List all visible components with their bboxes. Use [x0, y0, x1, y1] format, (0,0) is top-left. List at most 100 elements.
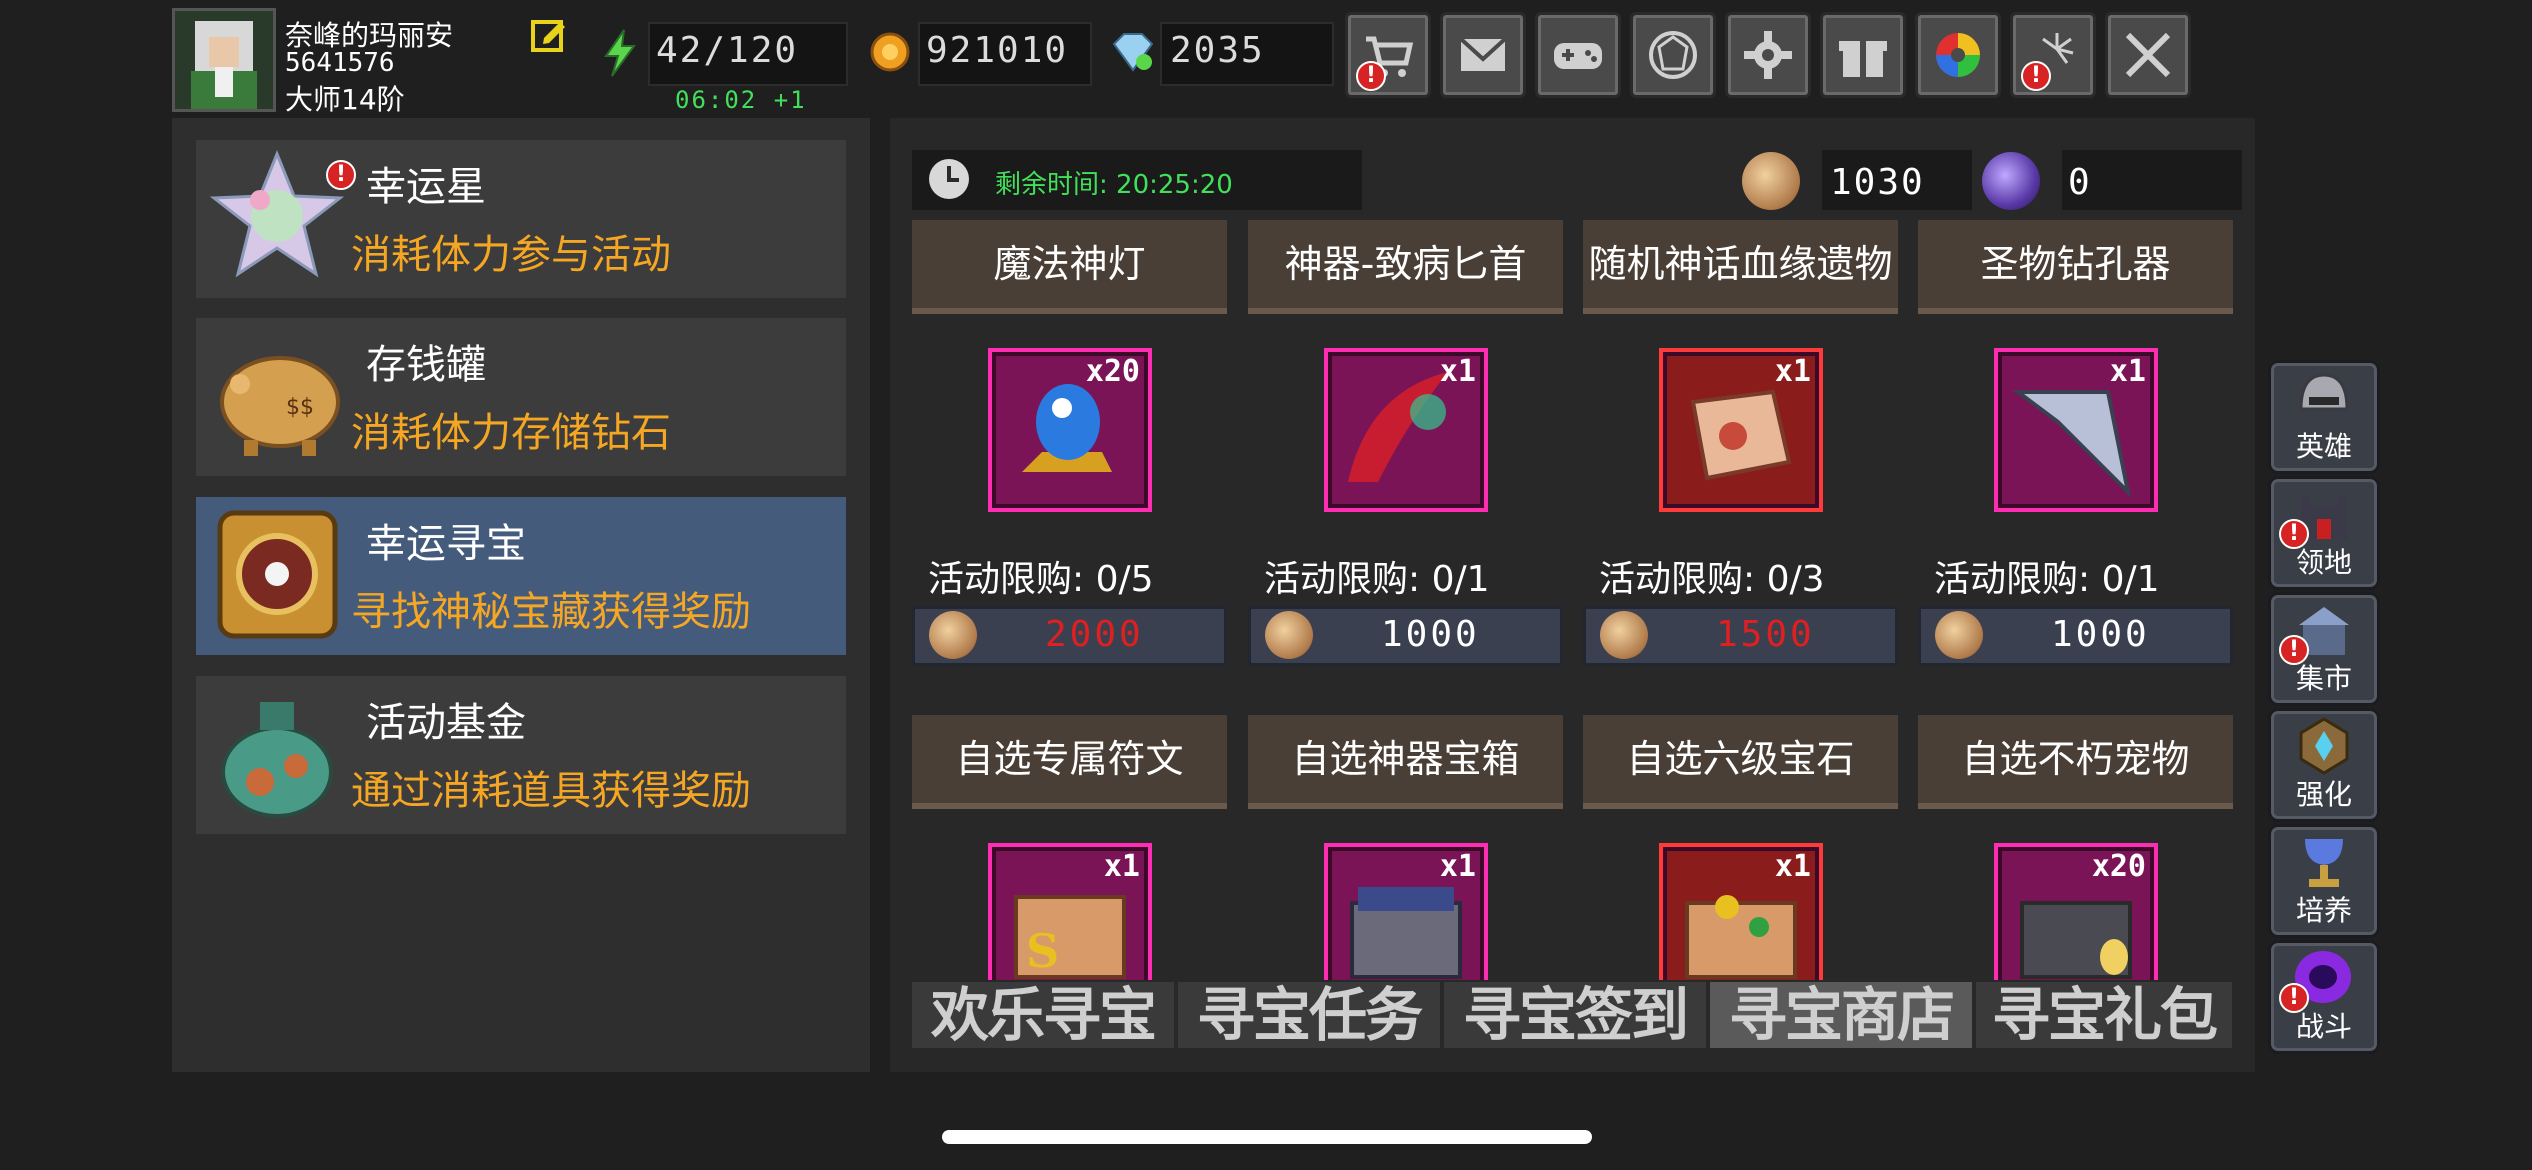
side-button-label: 英雄 [2295, 430, 2352, 463]
treasure-coin-icon [1600, 611, 1648, 659]
money-bag-icon [210, 686, 345, 821]
player-id: 5641576 [285, 48, 395, 78]
price-button[interactable]: 2000 [912, 606, 1227, 666]
shop-button[interactable]: ! [1345, 12, 1431, 98]
alert-badge: ! [1356, 61, 1386, 91]
color-wheel-button[interactable] [1915, 12, 2001, 98]
tab-treasure-quests[interactable]: 寻宝任务 [1178, 982, 1440, 1048]
event-card-piggy-bank[interactable]: $$ 存钱罐 消耗体力存储钻石 [196, 318, 846, 476]
item-name: 自选不朽宠物 [1918, 715, 2233, 809]
shop-tab-bar: 欢乐寻宝 寻宝任务 寻宝签到 寻宝商店 寻宝礼包 [912, 982, 2232, 1048]
event-card-lucky-star[interactable]: ! 幸运星 消耗体力参与活动 [196, 140, 846, 298]
edit-icon[interactable] [530, 16, 568, 54]
battle-button[interactable] [2105, 12, 2191, 98]
shop-item[interactable]: 自选不朽宠物 x20 [1918, 715, 2233, 980]
event-title: 活动基金 [366, 700, 526, 746]
tab-happy-treasure[interactable]: 欢乐寻宝 [912, 982, 1174, 1048]
gamepad-button[interactable] [1535, 12, 1621, 98]
side-button-market[interactable]: ! 集市 [2268, 592, 2380, 706]
item-price: 1000 [2051, 614, 2150, 655]
item-qty: x1 [2109, 354, 2146, 389]
event-title: 存钱罐 [366, 342, 486, 388]
fireworks-button[interactable]: ! [2010, 12, 2096, 98]
mail-button[interactable] [1440, 12, 1526, 98]
shop-item[interactable]: 自选专属符文 S x1 [912, 715, 1227, 980]
stamina-value: 42/120 [656, 30, 799, 71]
stamina-icon [598, 28, 642, 82]
event-desc: 消耗体力参与活动 [351, 232, 671, 278]
tab-treasure-signin[interactable]: 寻宝签到 [1444, 982, 1706, 1048]
item-price: 1000 [1381, 614, 1480, 655]
side-button-battle[interactable]: ! 战斗 [2268, 940, 2380, 1054]
item-slot: x20 [988, 348, 1152, 512]
coin-value: 1030 [1830, 162, 1925, 203]
crossed-swords-icon [2125, 32, 2171, 78]
side-button-heroes[interactable]: 英雄 [2268, 360, 2380, 474]
item-qty: x20 [2091, 849, 2146, 884]
item-name: 自选六级宝石 [1583, 715, 1898, 809]
piggy-bank-icon: $$ [210, 328, 345, 463]
purchase-limit: 活动限购: 0/1 [1264, 559, 1490, 600]
chalice-icon [2305, 839, 2343, 887]
item-qty: x1 [1774, 849, 1811, 884]
enhance-crest-icon [2299, 717, 2349, 775]
item-name: 神器-致病匕首 [1248, 220, 1563, 314]
mail-icon [1459, 37, 1507, 71]
magic-orb-icon [1982, 152, 2040, 210]
shop-item[interactable]: 神器-致病匕首 x1 活动限购: 0/1 1000 [1248, 220, 1563, 666]
gift-button[interactable] [1820, 12, 1906, 98]
alert-badge: ! [326, 160, 356, 190]
shop-item[interactable]: 魔法神灯 x20 活动限购: 0/5 2000 [912, 220, 1227, 666]
side-button-cultivate[interactable]: 培养 [2268, 824, 2380, 938]
side-button-enhance[interactable]: 强化 [2268, 708, 2380, 822]
item-slot: x1 [1659, 348, 1823, 512]
lucky-star-icon [209, 150, 345, 285]
gear-icon [1744, 31, 1792, 79]
item-slot: x1 [1994, 348, 2158, 512]
tab-treasure-pack[interactable]: 寻宝礼包 [1976, 982, 2232, 1048]
item-qty: x20 [1085, 354, 1140, 389]
treasure-coin-icon [1935, 611, 1983, 659]
remaining-time: 剩余时间: 20:25:20 [995, 170, 1233, 200]
diamond-icon [1110, 32, 1156, 76]
price-button[interactable]: 1000 [1918, 606, 2233, 666]
purchase-limit: 活动限购: 0/3 [1599, 559, 1825, 600]
settings-button[interactable] [1725, 12, 1811, 98]
stamina-timer: 06:02 +1 [675, 86, 807, 114]
side-button-label: 领地 [2295, 546, 2352, 579]
item-slot: x20 [1994, 843, 2158, 980]
item-slot: x1 [1659, 843, 1823, 980]
shop-item[interactable]: 随机神话血缘遗物 x1 活动限购: 0/3 1500 [1583, 220, 1898, 666]
shop-item[interactable]: 自选六级宝石 x1 [1583, 715, 1898, 980]
guild-button[interactable] [1630, 12, 1716, 98]
tab-treasure-shop[interactable]: 寻宝商店 [1710, 982, 1972, 1048]
event-card-lucky-treasure[interactable]: 幸运寻宝 寻找神秘宝藏获得奖励 [196, 497, 846, 655]
avatar-portrait [175, 11, 273, 109]
item-price: 1500 [1716, 614, 1815, 655]
event-desc: 消耗体力存储钻石 [351, 410, 671, 456]
shop-item[interactable]: 自选神器宝箱 x1 [1248, 715, 1563, 980]
event-title: 幸运星 [366, 164, 486, 210]
price-button[interactable]: 1500 [1583, 606, 1898, 666]
shop-item[interactable]: 圣物钻孔器 x1 活动限购: 0/1 1000 [1918, 220, 2233, 666]
orb-value: 0 [2068, 162, 2092, 203]
item-name: 随机神话血缘遗物 [1583, 220, 1898, 314]
player-avatar[interactable] [172, 8, 276, 112]
event-card-event-fund[interactable]: 活动基金 通过消耗道具获得奖励 [196, 676, 846, 834]
gift-icon [1839, 41, 1887, 77]
treasure-compass-icon [210, 507, 345, 642]
gold-value: 921010 [926, 30, 1069, 71]
item-name: 魔法神灯 [912, 220, 1227, 314]
side-button-label: 培养 [2295, 894, 2352, 927]
side-button-territory[interactable]: ! 领地 [2268, 476, 2380, 590]
item-price: 2000 [1045, 614, 1144, 655]
purchase-limit: 活动限购: 0/5 [928, 559, 1154, 600]
treasure-coin-icon [1742, 152, 1800, 210]
svg-text:S: S [1026, 924, 1059, 978]
color-wheel-icon [1936, 33, 1980, 77]
home-indicator[interactable] [942, 1130, 1592, 1144]
clock-icon [926, 156, 972, 206]
item-qty: x1 [1103, 849, 1140, 884]
item-name: 圣物钻孔器 [1918, 220, 2233, 314]
price-button[interactable]: 1000 [1248, 606, 1563, 666]
